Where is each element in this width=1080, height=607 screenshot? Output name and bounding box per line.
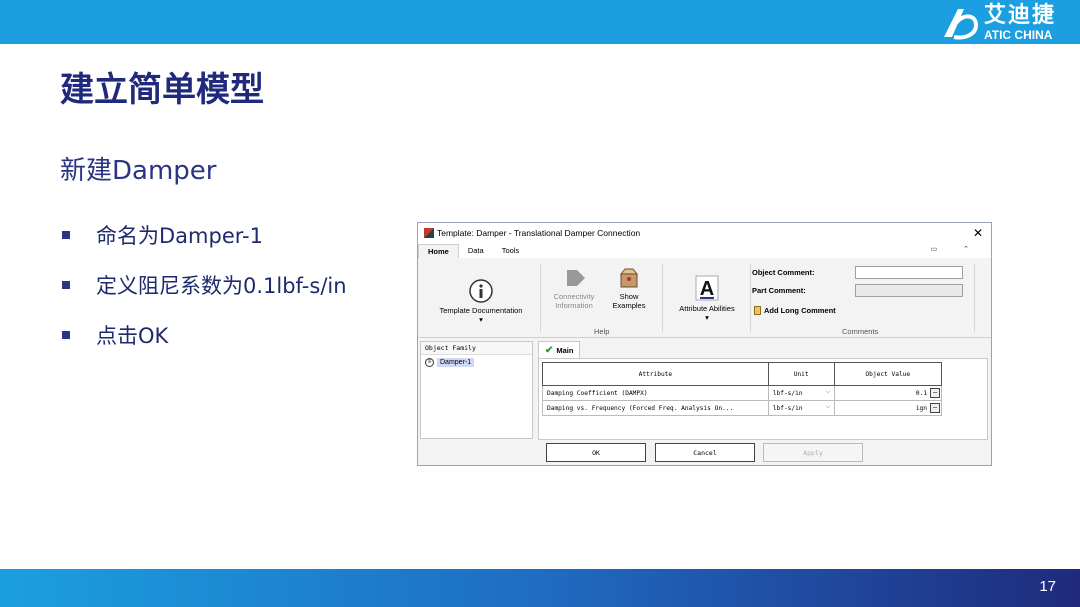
chevron-down-icon: ▾	[479, 315, 483, 324]
unit-value: lbf-s/in	[772, 389, 803, 397]
check-icon: ✔	[545, 344, 554, 356]
object-value: 0.1	[915, 389, 927, 397]
info-icon	[469, 279, 493, 303]
ribbon-window-icons[interactable]: ▭ ⌃	[931, 245, 981, 253]
bullet-item: 命名为Damper-1	[60, 210, 347, 260]
column-header-attribute: Attribute	[542, 362, 769, 386]
main-panel: Attribute Unit Object Value Damping Coef…	[538, 358, 988, 440]
app-icon	[424, 228, 434, 238]
svg-text:A: A	[700, 278, 714, 300]
ribbon-separator	[540, 264, 541, 332]
table-row: Damping Coefficient (DAMPX) lbf-s/in ⌵ 0.…	[542, 385, 943, 401]
bullet-text: 点击OK	[96, 324, 169, 348]
tab-main[interactable]: ✔ Main	[538, 341, 581, 358]
damper-icon: ≡	[425, 358, 434, 367]
attribute-name: Damping vs. Frequency (Forced Freq. Anal…	[542, 400, 769, 416]
examples-label: Examples	[612, 301, 646, 310]
cancel-button[interactable]: Cancel	[655, 443, 755, 462]
add-long-comment-label: Add Long Comment	[764, 306, 836, 315]
bullet-item: 点击OK	[60, 310, 347, 360]
close-icon[interactable]: ✕	[973, 226, 983, 240]
template-documentation-button[interactable]: Template Documentation ▾	[426, 278, 536, 324]
chevron-down-icon: ▾	[705, 313, 709, 322]
column-header-unit: Unit	[767, 362, 835, 386]
bullet-list: 命名为Damper-1 定义阻尼系数为0.1lbf-s/in 点击OK	[60, 210, 347, 360]
column-header-object-value: Object Value	[833, 362, 943, 386]
attribute-grid: Attribute Unit Object Value Damping Coef…	[542, 362, 943, 416]
ribbon-separator	[662, 264, 663, 332]
table-row: Damping vs. Frequency (Forced Freq. Anal…	[542, 400, 943, 416]
object-comment-input[interactable]	[855, 266, 963, 279]
section-title: 新建Damper	[60, 156, 217, 186]
bullet-marker	[62, 281, 70, 289]
brand-logo: 艾迪捷 ATIC CHINA	[940, 3, 1056, 43]
ribbon-tab-bar: Home Data Tools ▭ ⌃	[418, 243, 991, 258]
atic-logo-icon	[943, 9, 978, 40]
ellipsis-button[interactable]: …	[930, 403, 940, 413]
bullet-item: 定义阻尼系数为0.1lbf-s/in	[60, 260, 347, 310]
tree-item-label: Damper-1	[437, 358, 475, 367]
bottom-banner: 17	[0, 569, 1080, 607]
box-icon	[619, 268, 639, 288]
brand-name-en: ATIC CHINA	[983, 28, 1053, 42]
comments-group-label: Comments	[842, 327, 879, 336]
part-comment-label: Part Comment:	[752, 286, 806, 295]
ribbon-separator	[974, 264, 975, 332]
show-examples-button[interactable]: Show Examples	[606, 266, 652, 310]
object-comment-label: Object Comment:	[752, 268, 815, 277]
information-label: Information	[555, 301, 593, 310]
attribute-a-icon: A	[695, 275, 719, 301]
unit-value: lbf-s/in	[772, 404, 803, 412]
bullet-text: 定义阻尼系数为0.1lbf-s/in	[96, 274, 347, 298]
attribute-abilities-button[interactable]: A Attribute Abilities ▾	[666, 274, 748, 322]
top-banner: 艾迪捷 ATIC CHINA	[0, 0, 1080, 44]
unit-select[interactable]: lbf-s/in ⌵	[767, 400, 835, 416]
connectivity-label: Connectivity	[553, 292, 595, 301]
dialog-title: Template: Damper - Translational Damper …	[437, 228, 641, 238]
attribute-name: Damping Coefficient (DAMPX)	[542, 385, 769, 401]
connectivity-icon	[567, 270, 585, 286]
template-documentation-label: Template Documentation	[439, 306, 523, 315]
object-value-input[interactable]: ign…	[833, 400, 943, 416]
bullet-marker	[62, 231, 70, 239]
ellipsis-button[interactable]: …	[930, 388, 940, 398]
tab-main-label: Main	[556, 345, 574, 355]
tab-data[interactable]: Data	[459, 244, 493, 258]
ribbon-separator	[750, 264, 751, 332]
tab-home[interactable]: Home	[418, 244, 459, 258]
ok-button[interactable]: OK	[546, 443, 646, 462]
part-comment-input[interactable]	[855, 284, 963, 297]
object-value-input[interactable]: 0.1…	[833, 385, 943, 401]
apply-button[interactable]: Apply	[763, 443, 863, 462]
chevron-down-icon: ⌵	[825, 388, 831, 395]
unit-select[interactable]: lbf-s/in ⌵	[767, 385, 835, 401]
page-number: 17	[1039, 578, 1056, 595]
tree-item-damper[interactable]: ≡ Damper-1	[425, 358, 528, 367]
object-value: ign	[915, 404, 927, 412]
dialog-titlebar: Template: Damper - Translational Damper …	[418, 223, 991, 243]
show-label: Show	[619, 292, 639, 301]
bullet-text: 命名为Damper-1	[96, 224, 263, 248]
ribbon: Template Documentation ▾ Connectivity In…	[418, 258, 991, 338]
brand-name-cn: 艾迪捷	[983, 3, 1056, 28]
object-family-header: Object Family	[421, 342, 532, 355]
template-dialog: Template: Damper - Translational Damper …	[417, 222, 992, 466]
add-long-comment-button[interactable]: Add Long Comment	[754, 306, 836, 315]
help-group-label: Help	[594, 327, 610, 336]
tab-tools[interactable]: Tools	[493, 244, 529, 258]
object-family-pane: Object Family ≡ Damper-1	[420, 341, 533, 439]
page-title: 建立简单模型	[60, 70, 264, 110]
note-icon	[754, 306, 761, 315]
connectivity-information-button[interactable]: Connectivity Information	[546, 266, 602, 310]
attribute-abilities-label: Attribute Abilities	[679, 304, 735, 313]
chevron-down-icon: ⌵	[825, 403, 831, 410]
bullet-marker	[62, 331, 70, 339]
